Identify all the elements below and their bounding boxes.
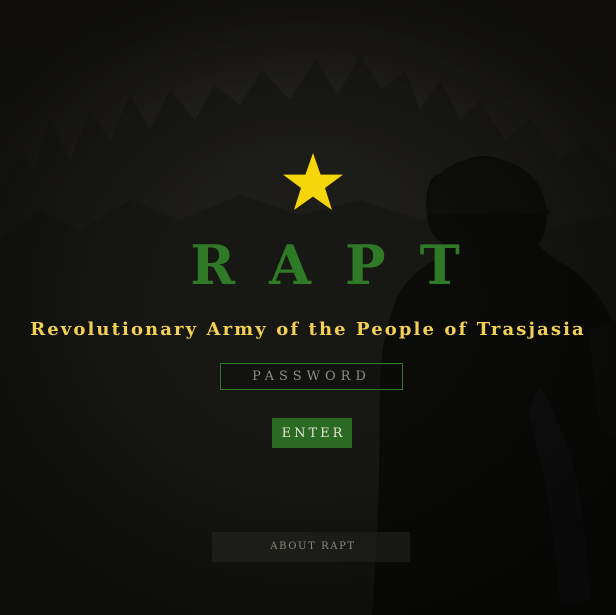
about-rapt-link[interactable]: ABOUT RAPT: [212, 532, 412, 562]
password-input[interactable]: [221, 364, 402, 389]
star-icon: [283, 153, 343, 210]
subtitle: Revolutionary Army of the People of Tras…: [30, 319, 586, 340]
logo-title: RAPT: [190, 233, 494, 297]
background-soldier-silhouette: [0, 55, 616, 615]
landing-page: RAPT Revolutionary Army of the People of…: [0, 0, 616, 615]
password-field-frame: [220, 363, 403, 390]
star-shape: [283, 153, 343, 210]
enter-button[interactable]: ENTER: [272, 418, 352, 448]
